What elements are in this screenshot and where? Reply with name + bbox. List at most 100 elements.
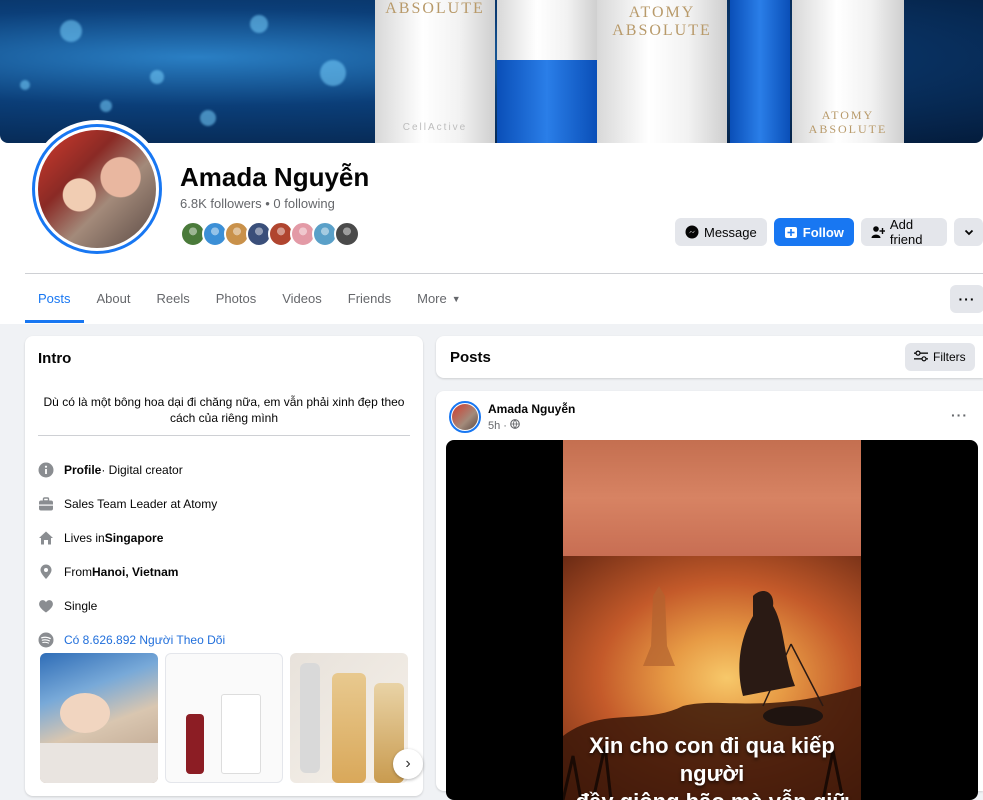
intro-item-work: Sales Team Leader at Atomy (38, 487, 410, 521)
globe-icon (510, 419, 520, 432)
mutual-friends-avatars[interactable] (180, 221, 360, 247)
followers-link-text: Có 8.626.892 Người Theo Dõi (64, 633, 226, 647)
caret-down-icon: ▼ (451, 293, 461, 304)
tab-reels[interactable]: Reels (144, 274, 203, 323)
lives-city[interactable]: Singapore (105, 531, 164, 545)
post-card: Amada Nguyễn 5h · ··· Xin cho con đi qua… (436, 391, 983, 800)
location-pin-icon (38, 564, 54, 580)
profile-actions: Message Follow Add friend (675, 217, 983, 247)
bokeh-light (320, 60, 346, 86)
bokeh-light (250, 15, 268, 33)
post-author-name[interactable]: Amada Nguyễn (488, 402, 575, 416)
tab-friends[interactable]: Friends (335, 274, 404, 323)
featured-photo[interactable] (165, 653, 283, 783)
ellipsis-icon: ··· (951, 407, 968, 423)
post-options-button[interactable]: ··· (951, 407, 968, 423)
profile-name: Amada Nguyễn (180, 162, 370, 192)
intro-item-relationship: Single (38, 589, 410, 623)
profile-category: · Digital creator (101, 463, 183, 477)
intro-item-followers-link[interactable]: Có 8.626.892 Người Theo Dõi (38, 623, 410, 657)
video-caption: Xin cho con đi qua kiếp người đầy giông … (563, 732, 861, 800)
post-time-text: 5h · (488, 419, 507, 432)
featured-photo[interactable] (40, 653, 158, 783)
product-bottle: ATOMY ABSOLUTE (792, 0, 904, 143)
filters-button[interactable]: Filters (905, 343, 975, 371)
bottle-brand: ATOMY (821, 108, 875, 122)
relationship-text: Single (64, 599, 98, 613)
post-video[interactable]: Xin cho con đi qua kiếp người đầy giông … (446, 440, 978, 800)
filters-label: Filters (933, 350, 966, 364)
follow-stats[interactable]: 6.8K followers • 0 following (180, 196, 335, 211)
message-button[interactable]: Message (675, 218, 767, 246)
box-shape (221, 694, 261, 774)
avatar-image (452, 404, 478, 430)
caption-line-2: đầy giông bão mà vẫn giữ (563, 788, 861, 800)
intro-item-from: From Hanoi, Vietnam (38, 555, 410, 589)
home-icon (38, 530, 54, 546)
bottle-blue-band (497, 60, 597, 143)
bio-divider (38, 435, 410, 436)
bokeh-light (200, 110, 216, 126)
blanket-shape (40, 743, 158, 783)
bottle-blue-band (730, 0, 790, 143)
video-top-panel (563, 440, 861, 556)
add-friend-button[interactable]: Add friend (860, 217, 948, 247)
bottle-brand: ABSOLUTE (385, 0, 485, 17)
work-text: Sales Team Leader at Atomy (64, 497, 218, 511)
intro-title: Intro (38, 350, 72, 367)
messenger-icon (685, 225, 699, 239)
from-city[interactable]: Hanoi, Vietnam (92, 565, 178, 579)
post-author-avatar[interactable] (449, 401, 481, 433)
bottle-brand: ABSOLUTE (612, 22, 712, 39)
avatar-image (38, 130, 156, 248)
product-bottle: ATOMY ABSOLUTE (597, 0, 727, 143)
lives-prefix: Lives in (64, 531, 105, 545)
product-bottle-shape (332, 673, 366, 783)
bottle-label: CellActive (402, 122, 468, 133)
profile-avatar[interactable] (28, 120, 166, 258)
briefcase-icon (38, 496, 54, 512)
posts-header: Posts Filters (436, 336, 983, 378)
product-tube-shape (300, 663, 320, 773)
posts-title: Posts (450, 349, 491, 366)
chevron-down-icon (962, 225, 976, 239)
from-prefix: From (64, 565, 92, 579)
bottle-brand: ATOMY (628, 4, 696, 21)
bokeh-light (20, 80, 30, 90)
tab-about[interactable]: About (84, 274, 144, 323)
follow-button[interactable]: Follow (773, 218, 854, 246)
serum-bottle-shape (186, 714, 204, 774)
intro-item-lives: Lives in Singapore (38, 521, 410, 555)
story-ring (32, 124, 162, 254)
profile-tabs: Posts About Reels Photos Videos Friends … (25, 274, 474, 323)
featured-photos (40, 653, 408, 783)
sliders-icon (914, 349, 928, 365)
featured-photo[interactable] (290, 653, 408, 783)
cover-photo[interactable]: ABSOLUTE CellActive ATOMY ABSOLUTE ATOMY… (0, 0, 983, 143)
chevron-right-icon: › (405, 755, 411, 772)
bottle-brand: ABSOLUTE (808, 122, 888, 136)
tab-photos[interactable]: Photos (203, 274, 269, 323)
heart-icon (38, 598, 54, 614)
photos-next-button[interactable]: › (393, 749, 423, 779)
follow-label: Follow (802, 224, 844, 240)
tab-videos[interactable]: Videos (269, 274, 335, 323)
product-bottle (730, 0, 790, 143)
intro-bio: Dù có là một bông hoa dại đi chăng nữa, … (43, 395, 405, 425)
friend-avatar[interactable] (334, 221, 360, 247)
info-icon (38, 462, 54, 478)
intro-details: Profile · Digital creator Sales Team Lea… (38, 453, 410, 657)
baby-shape (60, 693, 110, 733)
ellipsis-icon: ··· (958, 291, 976, 307)
bokeh-light (100, 100, 112, 112)
add-friend-label: Add friend (889, 217, 923, 247)
profile-options-button[interactable]: ··· (950, 285, 983, 313)
spotify-icon (38, 632, 54, 648)
product-bottle: ABSOLUTE CellActive (375, 0, 495, 143)
intro-card: Intro Dù có là một bông hoa dại đi chăng… (25, 336, 423, 796)
more-actions-button[interactable] (954, 218, 983, 246)
tab-more[interactable]: More ▼ (404, 274, 474, 323)
product-bottle (497, 0, 597, 143)
tab-posts[interactable]: Posts (25, 274, 84, 323)
post-timestamp[interactable]: 5h · (488, 419, 520, 432)
